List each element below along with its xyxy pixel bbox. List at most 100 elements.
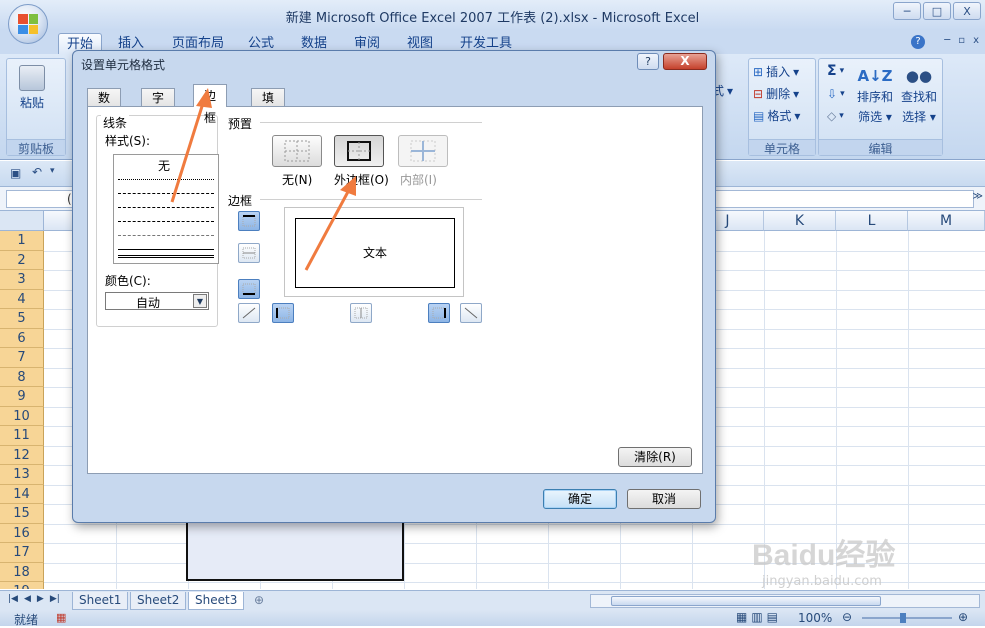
row-header[interactable]: 8 (0, 367, 44, 387)
zoom-out-icon[interactable]: ⊖ (842, 610, 852, 624)
tab-border[interactable]: 边框 (193, 84, 228, 125)
format-cells-button[interactable]: ▤ 格式 ▾ (753, 107, 800, 124)
insert-sheet-icon[interactable]: ⊕ (254, 593, 264, 607)
line-style-thin[interactable] (118, 249, 214, 250)
border-middle-button[interactable] (238, 243, 260, 263)
cancel-button[interactable]: 取消 (627, 489, 701, 509)
border-vertical-button[interactable] (350, 303, 372, 323)
row-header[interactable]: 16 (0, 523, 44, 543)
row-header[interactable]: 4 (0, 289, 44, 309)
line-style-dash-dot[interactable] (118, 221, 214, 222)
find-select-button[interactable]: ●● 查找和 选择 ▾ (901, 67, 937, 125)
line-style-none[interactable]: 无 (158, 157, 170, 174)
preset-outline-label: 外边框(O) (334, 173, 389, 187)
title-bar: 新建 Microsoft Office Excel 2007 工作表 (2).x… (0, 0, 985, 30)
insert-cells-button[interactable]: ⊞ 插入 ▾ (753, 63, 799, 80)
macro-record-icon[interactable]: ▦ (56, 611, 66, 624)
line-style-dashed[interactable] (118, 235, 214, 236)
sheet-tab-3[interactable]: Sheet3 (188, 592, 245, 610)
next-sheet-icon[interactable]: ▶ (37, 594, 44, 604)
delete-cells-label: 删除 (766, 87, 791, 101)
expand-formula-icon[interactable]: ≫ (973, 191, 983, 202)
row-header[interactable]: 18 (0, 562, 44, 582)
minimize-button[interactable]: ─ (893, 2, 921, 20)
preset-inside-button[interactable] (398, 135, 448, 167)
dropdown-arrow-icon[interactable]: ▼ (193, 294, 207, 308)
border-left-button[interactable] (272, 303, 294, 323)
border-diagonal-up-button[interactable] (238, 303, 260, 323)
select-label: 选择 (902, 110, 927, 124)
border-preview[interactable]: 文本 (284, 207, 464, 297)
zoom-slider-handle[interactable] (900, 613, 906, 623)
border-outline-icon (347, 141, 371, 161)
row-header[interactable]: 7 (0, 348, 44, 368)
presets-divider (260, 122, 482, 123)
undo-dropdown-icon[interactable]: ▾ (50, 166, 55, 176)
restore-button[interactable]: □ (923, 2, 951, 20)
border-right-button[interactable] (428, 303, 450, 323)
dialog-close-button[interactable]: X (663, 53, 707, 70)
sort-filter-button[interactable]: A↓Z 排序和 筛选 ▾ (857, 67, 893, 125)
border-diagonal-down-button[interactable] (460, 303, 482, 323)
prev-sheet-icon[interactable]: ◀ (24, 594, 31, 604)
paste-button[interactable]: 粘贴 (19, 65, 45, 111)
preset-outline-button[interactable] (334, 135, 384, 167)
color-dropdown[interactable]: 自动 ▼ (105, 292, 209, 310)
row-header[interactable]: 11 (0, 426, 44, 446)
line-style-double[interactable] (118, 255, 214, 258)
line-style-dash-dot-dot[interactable] (118, 207, 214, 208)
clear-button-ribbon[interactable]: ◇ ▾ (827, 109, 844, 123)
dialog-help-button[interactable]: ? (637, 53, 659, 70)
watermark-brand: Baidu经验 (752, 539, 896, 572)
border-inside-icon (410, 140, 436, 162)
tab-font[interactable]: 字体 (141, 88, 176, 123)
column-header-k[interactable]: K (764, 211, 836, 231)
close-window-button[interactable]: X (953, 2, 981, 20)
diagonal-up-icon (242, 307, 256, 319)
line-style-hair[interactable] (118, 179, 214, 180)
zoom-slider[interactable] (862, 617, 952, 619)
workbook-window-controls[interactable]: ─ ▫ x (944, 35, 979, 46)
column-header-m[interactable]: M (908, 211, 985, 231)
row-header[interactable]: 5 (0, 309, 44, 329)
tab-number[interactable]: 数字 (87, 88, 122, 123)
row-header[interactable]: 1 (0, 231, 44, 251)
row-header[interactable]: 6 (0, 328, 44, 348)
save-icon[interactable]: ▣ (10, 166, 21, 180)
clear-border-button[interactable]: 清除(R) (618, 447, 692, 467)
sheet-tab-1[interactable]: Sheet1 (72, 592, 129, 610)
presets-title: 预置 (228, 117, 253, 131)
help-icon[interactable]: ? (911, 35, 925, 49)
row-header[interactable]: 15 (0, 504, 44, 524)
preset-none-button[interactable] (272, 135, 322, 167)
fill-button[interactable]: ⇩ ▾ (827, 87, 845, 101)
row-header[interactable]: 9 (0, 387, 44, 407)
row-header[interactable]: 13 (0, 465, 44, 485)
border-bottom-button[interactable] (238, 279, 260, 299)
office-button[interactable] (8, 4, 48, 44)
row-header[interactable]: 10 (0, 406, 44, 426)
view-buttons-icon[interactable]: ▦▥▤ (736, 610, 782, 624)
ok-button[interactable]: 确定 (543, 489, 617, 509)
undo-icon[interactable]: ↶ (32, 165, 42, 179)
border-top-button[interactable] (238, 211, 260, 231)
zoom-in-icon[interactable]: ⊕ (958, 610, 968, 624)
format-cells-icon: ▤ (753, 108, 765, 123)
row-header[interactable]: 12 (0, 445, 44, 465)
row-header[interactable]: 2 (0, 250, 44, 270)
row-header[interactable]: 14 (0, 484, 44, 504)
delete-cells-button[interactable]: ⊟ 删除 ▾ (753, 85, 799, 102)
row-header[interactable]: 3 (0, 270, 44, 290)
last-sheet-icon[interactable]: ▶| (50, 594, 60, 604)
sheet-nav-arrows[interactable]: |◀ ◀ ▶ ▶| (8, 594, 60, 604)
column-header-l[interactable]: L (836, 211, 908, 231)
first-sheet-icon[interactable]: |◀ (8, 594, 18, 604)
row-header[interactable]: 17 (0, 543, 44, 563)
line-style-dotted[interactable] (118, 193, 214, 194)
line-style-list[interactable]: 无 (113, 154, 219, 264)
autosum-button[interactable]: Σ ▾ (827, 63, 844, 79)
tab-fill[interactable]: 填充 (251, 88, 286, 123)
sheet-tab-2[interactable]: Sheet2 (130, 592, 187, 610)
row-header[interactable]: 19 (0, 582, 44, 589)
select-all-corner[interactable] (0, 211, 44, 231)
